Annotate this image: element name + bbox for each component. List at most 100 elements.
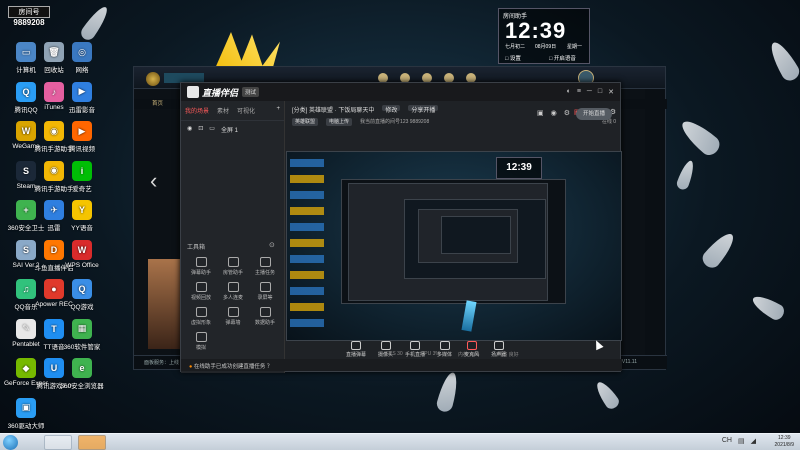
wallpaper-feather xyxy=(699,228,739,272)
tab-visual[interactable]: 可视化 xyxy=(237,106,255,115)
desktop-icon[interactable]: ▶ 迅雷影音 xyxy=(60,81,104,114)
wallpaper-feather xyxy=(592,378,622,412)
live-logo: 直播伴侣 xyxy=(187,86,238,99)
maximize-icon[interactable]: □ xyxy=(598,88,602,96)
desktop-icon-label: YY语音 xyxy=(71,225,93,232)
clock-date-lunar: 七月初二 xyxy=(505,44,526,50)
start-live-button[interactable]: 开始直播 xyxy=(576,108,612,120)
taskbar: CH ▤ ◢ 12:39 2021/8/9 xyxy=(0,433,800,450)
desktop-app-icon: Y xyxy=(72,200,92,220)
game-nav-home[interactable]: 首页 xyxy=(152,101,163,107)
desktop-icon[interactable]: Y YY语音 xyxy=(60,200,104,232)
volume-icon[interactable]: ◢ xyxy=(751,437,756,445)
menu-icon[interactable]: ≡ xyxy=(577,88,581,96)
scene-item[interactable]: ◉ ⊡ ▭ 全屏 1 xyxy=(181,121,284,138)
wallpaper-feather xyxy=(676,115,724,159)
toolbox-item[interactable]: 多人连麦 xyxy=(217,282,249,301)
toolbox-title: 工具箱 xyxy=(187,245,206,251)
notice-text[interactable]: 在线助手已成功创建直播任务 ？ xyxy=(194,364,273,370)
config-icon[interactable]: ⚙ xyxy=(564,109,570,117)
game-category-button[interactable]: 英雄联盟 xyxy=(292,118,319,126)
desktop-icon[interactable]: ▣ 360驱动大师 xyxy=(4,397,48,430)
desktop-icon-label: WPS Office xyxy=(65,261,99,269)
toolbox-item[interactable]: 录屏等 xyxy=(249,282,281,301)
taskbar-clock[interactable]: 12:39 2021/8/9 xyxy=(775,435,794,449)
toolbox-item[interactable]: 模拟 xyxy=(185,332,217,351)
desktop-app-icon: i xyxy=(72,160,92,181)
add-scene-icon[interactable]: + xyxy=(276,106,280,115)
taskbar-app-game[interactable] xyxy=(44,435,72,450)
live-logo-icon xyxy=(187,86,199,98)
taskbar-app-live[interactable] xyxy=(78,435,106,450)
eye-icon[interactable]: ◉ xyxy=(187,125,192,134)
wallpaper-feather xyxy=(675,158,697,192)
live-assistant-window[interactable]: 直播伴侣 测试 ◐ ≡ ─ □ ✕ 我的场景 素材 可视化 + ◉ ⊡ ▭ 全屏… xyxy=(180,82,622,373)
memory-stat: 内存 39% xyxy=(457,352,480,358)
preview-nested-preview-2 xyxy=(441,216,511,254)
record-icon[interactable]: ▣ xyxy=(537,109,544,117)
toolbox-item[interactable]: 虚拟形象 xyxy=(185,307,217,326)
game-client-version: V11.11 xyxy=(621,359,637,365)
stream-title-bar: [分类] 英雄联盟 · 下饭局聊天中 修改 分享开播 xyxy=(286,101,622,115)
scene-name: 全屏 1 xyxy=(220,128,238,134)
room-number-overlay: 房间号 9889208 xyxy=(8,6,50,27)
desktop-app-icon: W xyxy=(72,239,92,260)
desktop-icon-label: 360软件管家 xyxy=(63,343,101,351)
network-icon[interactable]: ▤ xyxy=(738,437,745,445)
desktop-icon[interactable]: ▶ 腾讯视频 xyxy=(60,121,104,153)
wallpaper-feather xyxy=(435,370,461,414)
preview-icon-column xyxy=(290,159,324,329)
toolbox-item[interactable]: 视频回放 xyxy=(185,282,217,301)
toolbox-item-label: 模拟 xyxy=(195,345,206,351)
toolbox-item[interactable]: 主播任务 xyxy=(249,257,281,276)
close-icon[interactable]: ✕ xyxy=(608,88,614,96)
game-client-friend-list xyxy=(645,89,665,357)
desktop-icon-label: 腾讯视频 xyxy=(69,146,95,153)
share-live-button[interactable]: 分享开播 xyxy=(408,105,439,114)
desktop-icon-label: 爱奇艺 xyxy=(72,185,92,193)
lock-icon[interactable]: ⊡ xyxy=(198,125,203,134)
toolbox-item-label: 视频回放 xyxy=(190,295,211,301)
desktop-app-icon: e xyxy=(72,358,92,378)
desktop-icon[interactable]: i 爱奇艺 xyxy=(60,160,104,193)
minimize-icon[interactable]: ─ xyxy=(587,88,592,96)
tool-icon xyxy=(195,307,207,317)
tab-materials[interactable]: 素材 xyxy=(217,106,229,115)
scene-sidebar: 我的场景 素材 可视化 + ◉ ⊡ ▭ 全屏 1 工具箱 ⊙ 弹幕助手 房管助手 主… xyxy=(181,101,285,373)
toolbox-item[interactable]: 弹幕助手 xyxy=(185,257,217,276)
notice-dot-icon: ● xyxy=(189,364,193,370)
toolbox-item-label: 多人连麦 xyxy=(222,295,243,301)
toolbox-item[interactable]: 房管助手 xyxy=(217,257,249,276)
desktop-app-icon: ▦ xyxy=(72,318,92,339)
desktop-icon[interactable]: ◎ 网络 xyxy=(60,42,104,74)
toolbox-expand-icon[interactable]: ⊙ xyxy=(269,241,275,249)
start-button[interactable] xyxy=(3,435,18,450)
upload-mode-button[interactable]: 电脑上传 xyxy=(326,118,353,126)
tab-my-scenes[interactable]: 我的场景 xyxy=(185,106,209,115)
desktop-icon[interactable]: W WPS Office xyxy=(60,239,104,269)
system-tray: CH ▤ ◢ xyxy=(722,437,756,445)
live-titlebar: 直播伴侣 测试 ◐ ≡ ─ □ ✕ xyxy=(181,83,620,101)
edit-title-button[interactable]: 修改 xyxy=(382,105,401,114)
carousel-prev-arrow[interactable]: ‹ xyxy=(150,168,157,194)
tool-icon xyxy=(259,257,271,267)
desktop-icon[interactable]: e 360安全浏览器 xyxy=(60,358,104,390)
tool-icon xyxy=(227,257,239,267)
clock-voice-link[interactable]: □ 开启语音 xyxy=(549,54,576,62)
toolbox-item-label: 数据助手 xyxy=(254,320,275,326)
input-method-indicator[interactable]: CH xyxy=(722,437,732,445)
toolbox-item-label: 录屏等 xyxy=(257,295,273,301)
tool-icon xyxy=(227,282,239,292)
clock-settings-link[interactable]: □ 设置 xyxy=(505,54,521,62)
tool-icon xyxy=(195,282,207,292)
user-avatar-icon[interactable]: ◐ xyxy=(567,88,571,96)
room-label: 房间号 xyxy=(8,6,50,18)
toolbox-item-label: 弹幕墙 xyxy=(225,320,241,326)
desktop-icon[interactable]: Q QQ游戏 xyxy=(60,279,104,311)
toolbox-item[interactable]: 弹幕墙 xyxy=(217,307,249,326)
toolbox-item[interactable]: 数据助手 xyxy=(249,307,281,326)
toolbar-right-icons: ▣ ◉ ⚙ xyxy=(537,109,570,117)
desktop-icon[interactable]: ▦ 360软件管家 xyxy=(60,318,104,351)
visibility-icon[interactable]: ◉ xyxy=(551,109,557,117)
stream-preview[interactable]: 12:39 xyxy=(286,151,622,341)
